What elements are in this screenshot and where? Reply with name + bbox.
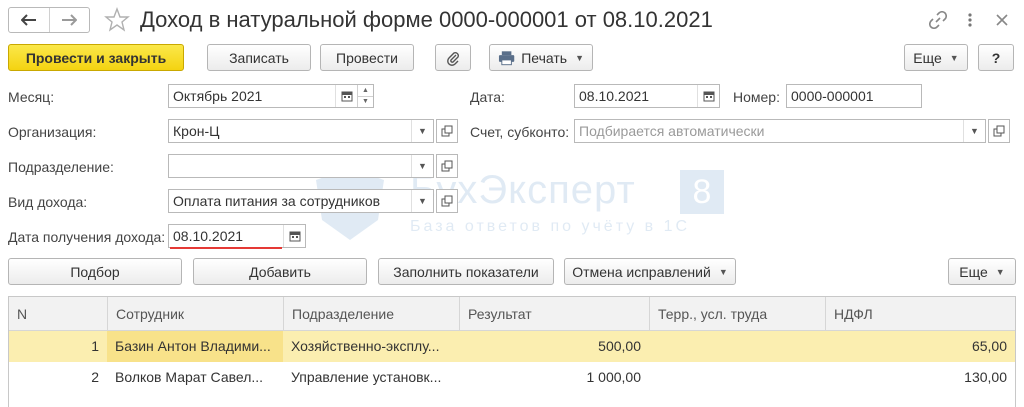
- attach-button[interactable]: [435, 44, 471, 71]
- receipt-date-value: 08.10.2021: [173, 228, 244, 244]
- cell-result: 500,00: [598, 338, 641, 354]
- chevron-down-icon: ▼: [718, 266, 728, 277]
- income-type-value: Оплата питания за сотрудников: [173, 193, 381, 209]
- open-window-icon: [441, 195, 453, 207]
- column-header-terr[interactable]: Терр., усл. труда: [649, 297, 825, 331]
- column-header-ndfl[interactable]: НДФЛ: [825, 297, 1015, 331]
- department-field[interactable]: ▼: [168, 154, 434, 178]
- date-value: 08.10.2021: [579, 88, 650, 104]
- cancel-corrections-button[interactable]: Отмена исправлений ▼: [564, 258, 736, 285]
- account-placeholder: Подбирается автоматически: [579, 123, 765, 139]
- receipt-date-label: Дата получения дохода:: [8, 229, 166, 245]
- cell-employee: Базин Антон Владими...: [107, 331, 283, 362]
- close-icon[interactable]: [990, 8, 1014, 32]
- column-header-department[interactable]: Подразделение: [283, 297, 459, 331]
- open-window-icon: [441, 125, 453, 137]
- column-header-employee[interactable]: Сотрудник: [107, 297, 283, 331]
- post-and-close-button[interactable]: Провести и закрыть: [8, 44, 184, 71]
- cell-ndfl: 130,00: [964, 369, 1007, 385]
- post-button[interactable]: Провести: [320, 44, 414, 71]
- more-vertical-icon[interactable]: [958, 8, 982, 32]
- account-open-button[interactable]: [988, 119, 1010, 143]
- income-type-label: Вид дохода:: [8, 194, 88, 210]
- number-value: 0000-000001: [791, 88, 874, 104]
- chevron-down-icon[interactable]: ▼: [411, 155, 433, 177]
- organization-label: Организация:: [8, 124, 97, 140]
- cell-n: 1: [91, 338, 99, 354]
- fill-indicators-button[interactable]: Заполнить показатели: [378, 258, 554, 285]
- chevron-down-icon[interactable]: ▼: [411, 120, 433, 142]
- number-field[interactable]: 0000-000001: [786, 84, 922, 108]
- printer-icon: [498, 50, 515, 65]
- cell-ndfl: 65,00: [971, 338, 1007, 354]
- cell-result: 1 000,00: [586, 369, 642, 385]
- cell-terr: [649, 362, 825, 393]
- required-underline: [170, 247, 282, 249]
- cell-terr: [649, 331, 825, 362]
- month-field[interactable]: Октябрь 2021 ▲ ▼: [168, 84, 374, 108]
- cell-department: Хозяйственно-эксплу...: [291, 338, 440, 354]
- column-header-n[interactable]: N: [9, 297, 107, 331]
- navigation-buttons: [8, 7, 90, 33]
- table-more-button[interactable]: Еще ▼: [948, 258, 1016, 285]
- organization-value: Крон-Ц: [173, 123, 220, 139]
- arrow-left-icon: [20, 14, 36, 26]
- date-label: Дата:: [470, 89, 505, 105]
- department-open-button[interactable]: [436, 154, 458, 178]
- department-label: Подразделение:: [8, 159, 114, 175]
- favorite-star-icon[interactable]: [104, 7, 130, 33]
- watermark-subtitle: База ответов по учёту в 1С: [410, 218, 691, 235]
- save-button[interactable]: Записать: [207, 44, 311, 71]
- income-type-field[interactable]: Оплата питания за сотрудников ▼: [168, 189, 434, 213]
- chevron-down-icon: ▼: [575, 52, 584, 63]
- month-value: Октябрь 2021: [173, 88, 263, 104]
- chevron-down-icon[interactable]: ▼: [963, 120, 985, 142]
- calendar-icon[interactable]: [283, 225, 305, 247]
- account-field[interactable]: Подбирается автоматически ▼: [574, 119, 986, 143]
- table-more-label: Еще: [959, 263, 988, 280]
- table-row[interactable]: 1 Базин Антон Владими... Хозяйственно-эк…: [9, 331, 1015, 362]
- month-stepper[interactable]: ▲ ▼: [357, 85, 373, 107]
- open-window-icon: [441, 160, 453, 172]
- more-button[interactable]: Еще ▼: [904, 44, 968, 71]
- income-type-open-button[interactable]: [436, 189, 458, 213]
- stepper-down-icon[interactable]: ▼: [358, 95, 373, 108]
- cell-department: Управление установк...: [291, 369, 442, 385]
- help-button[interactable]: ?: [978, 44, 1014, 71]
- paperclip-icon: [447, 51, 459, 66]
- month-label: Месяц:: [8, 89, 55, 105]
- print-button-label: Печать: [521, 49, 568, 66]
- chevron-down-icon: ▼: [949, 52, 959, 63]
- more-button-label: Еще: [913, 49, 942, 66]
- cell-n: 2: [91, 369, 99, 385]
- date-field[interactable]: 08.10.2021: [574, 84, 720, 108]
- page-title: Доход в натуральной форме 0000-000001 от…: [140, 7, 713, 32]
- watermark-digit: 8: [680, 170, 724, 214]
- account-label: Счет, субконто:: [470, 124, 570, 140]
- add-button[interactable]: Добавить: [193, 258, 367, 285]
- table-row[interactable]: 2 Волков Марат Савел... Управление устан…: [9, 362, 1015, 393]
- forward-button[interactable]: [48, 8, 90, 32]
- print-button[interactable]: Печать ▼: [489, 44, 593, 71]
- number-label: Номер:: [733, 89, 780, 105]
- link-icon[interactable]: [926, 8, 950, 32]
- organization-field[interactable]: Крон-Ц ▼: [168, 119, 434, 143]
- cancel-corrections-label: Отмена исправлений: [572, 263, 711, 280]
- table-header: N Сотрудник Подразделение Результат Терр…: [9, 297, 1015, 331]
- chevron-down-icon: ▼: [995, 266, 1005, 277]
- chevron-down-icon[interactable]: ▼: [411, 190, 433, 212]
- arrow-right-icon: [62, 14, 78, 26]
- cell-employee: Волков Марат Савел...: [115, 369, 264, 385]
- calendar-icon[interactable]: [697, 85, 719, 107]
- pick-button[interactable]: Подбор: [8, 258, 182, 285]
- back-button[interactable]: [9, 8, 49, 32]
- organization-open-button[interactable]: [436, 119, 458, 143]
- open-window-icon: [993, 125, 1005, 137]
- calendar-icon[interactable]: [335, 85, 357, 107]
- employees-table: N Сотрудник Подразделение Результат Терр…: [8, 296, 1016, 407]
- receipt-date-field[interactable]: 08.10.2021: [168, 224, 306, 248]
- column-header-result[interactable]: Результат: [459, 297, 649, 331]
- stepper-up-icon[interactable]: ▲: [358, 85, 373, 96]
